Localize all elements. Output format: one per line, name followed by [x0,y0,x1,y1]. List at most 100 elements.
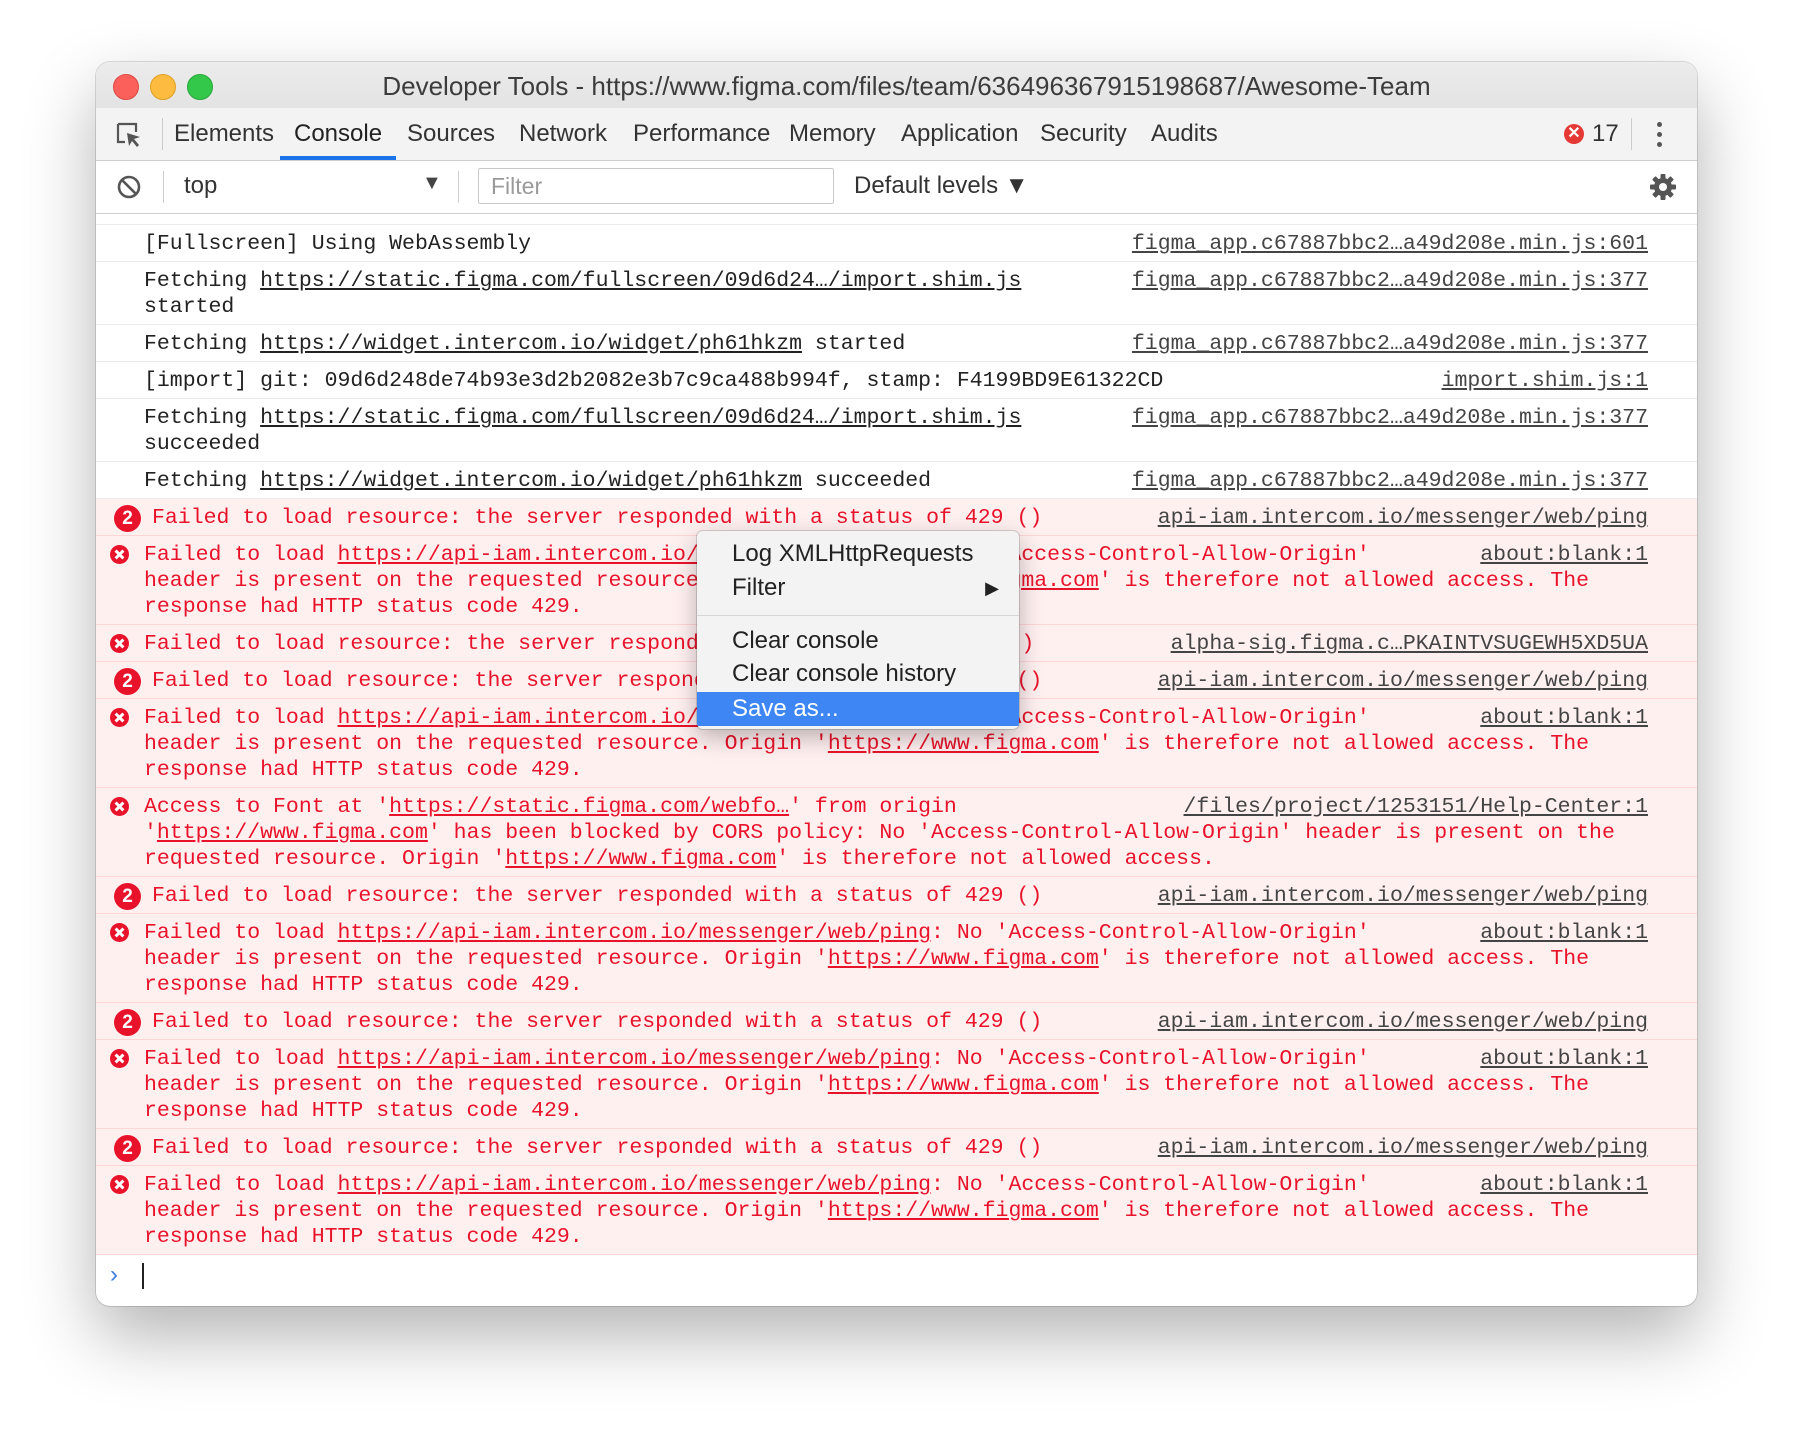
more-options-icon[interactable] [1656,122,1664,150]
source-link[interactable]: api-iam.intercom.io/messenger/web/ping [1158,668,1648,694]
message-text: [Fullscreen] Using WebAssembly [144,232,532,256]
message-text: succeeded [802,469,932,493]
source-link[interactable]: about:blank:1 [1480,542,1648,568]
message-text: succeeded [144,432,261,456]
tab-performance[interactable]: Performance [633,120,770,148]
source-link[interactable]: figma_app.c67887bbc2…a49d208e.min.js:377 [1132,405,1648,431]
context-selector[interactable]: top [184,172,217,200]
source-link[interactable]: about:blank:1 [1480,1172,1648,1198]
message-link[interactable]: https://api-iam.intercom.io/messenger/we… [338,1047,932,1071]
message-text: Failed to load [144,921,338,945]
message-link[interactable]: https://static.figma.com/fullscreen/09d6… [260,406,1021,430]
context-dropdown-icon[interactable]: ▼ [422,172,442,195]
gear-icon[interactable] [1648,172,1678,202]
message-text: Failed to load resource: the server resp… [152,1136,1043,1160]
message-link[interactable]: https://www.figma.com [505,847,776,871]
message-link[interactable]: https://widget.intercom.io/widget/ph61hk… [260,332,802,356]
message-link[interactable]: https://api-iam.intercom.io/messenger/we… [338,921,932,945]
message-text: started [802,332,906,356]
tab-audits[interactable]: Audits [1151,120,1218,148]
source-link[interactable]: about:blank:1 [1480,1046,1648,1072]
console-row-truncated [96,214,1697,225]
message-link[interactable]: https://www.figma.com [828,947,1099,971]
message-link[interactable]: https://static.figma.com/webfo… [389,795,789,819]
tab-elements[interactable]: Elements [174,120,274,148]
prompt-chevron-icon: › [110,1261,118,1288]
message-text: Failed to load [144,1047,338,1071]
source-link[interactable]: api-iam.intercom.io/messenger/web/ping [1158,1009,1648,1035]
menu-item-log-xmlhttprequests[interactable]: Log XMLHttpRequests [697,537,1019,571]
menu-item-clear-console-history[interactable]: Clear console history [697,657,1019,691]
menu-item-clear-console[interactable]: Clear console [697,624,1019,658]
error-icon [110,1049,129,1068]
error-icon [110,1175,129,1194]
menu-item-label: Log XMLHttpRequests [732,540,974,567]
filter-input[interactable] [478,168,834,204]
console-toolbar: top ▼ Default levels ▼ [96,161,1697,214]
menu-item-save-as[interactable]: Save as... [697,692,1019,726]
console-log-row: figma_app.c67887bbc2…a49d208e.min.js:377… [96,462,1697,499]
menu-item-filter[interactable]: Filter ▶ [697,571,1019,605]
source-link[interactable]: about:blank:1 [1480,920,1648,946]
error-icon [110,708,129,727]
menu-item-label: Clear console history [732,660,957,687]
tabs-divider [162,118,163,150]
console-messages[interactable]: figma_app.c67887bbc2…a49d208e.min.js:601… [96,214,1697,1306]
message-link[interactable]: https://static.figma.com/fullscreen/09d6… [260,269,1021,293]
source-link[interactable]: /files/project/1253151/Help-Center:1 [1184,794,1648,820]
menu-item-label: Save as... [732,695,839,722]
console-log-row: figma_app.c67887bbc2…a49d208e.min.js:377… [96,399,1697,462]
console-log-row: figma_app.c67887bbc2…a49d208e.min.js:601… [96,225,1697,262]
error-icon [110,923,129,942]
message-text: Fetching [144,332,261,356]
message-link[interactable]: https://www.figma.com [828,1199,1099,1223]
console-error-row: 2 api-iam.intercom.io/messenger/web/ping F… [96,1129,1697,1166]
message-text: Fetching [144,406,261,430]
source-link[interactable]: figma_app.c67887bbc2…a49d208e.min.js:377 [1132,268,1648,294]
message-link[interactable]: https://www.figma.com [828,1073,1099,1097]
repeat-count-badge: 2 [114,1009,141,1036]
message-text: Failed to load [144,706,338,730]
message-link[interactable]: https://www.figma.com [828,732,1099,756]
console-prompt[interactable]: › [96,1255,1697,1295]
console-log-row: figma_app.c67887bbc2…a49d208e.min.js:377… [96,262,1697,325]
message-link[interactable]: https://www.figma.com [157,821,428,845]
repeat-count-badge: 2 [114,505,141,532]
source-link[interactable]: figma_app.c67887bbc2…a49d208e.min.js:377 [1132,468,1648,494]
context-menu: Log XMLHttpRequests Filter ▶ Clear console C… [697,531,1019,729]
message-link[interactable]: https://api-iam.intercom.io/messenger/we… [338,1173,932,1197]
source-link[interactable]: api-iam.intercom.io/messenger/web/ping [1158,505,1648,531]
clear-console-icon[interactable] [116,174,142,200]
menu-item-label: Filter [732,574,786,601]
source-link[interactable]: figma_app.c67887bbc2…a49d208e.min.js:601 [1132,231,1648,257]
console-error-row: about:blank:1 Failed to load https://api-… [96,1040,1697,1129]
log-levels-dropdown[interactable]: Default levels ▼ [854,172,1029,200]
error-icon [110,797,129,816]
text-caret [142,1263,144,1289]
source-link[interactable]: about:blank:1 [1480,705,1648,731]
source-link[interactable]: api-iam.intercom.io/messenger/web/ping [1158,883,1648,909]
window-title: Developer Tools - https://www.figma.com/… [382,71,1431,101]
message-text: Fetching [144,269,261,293]
error-count[interactable]: 17 [1592,120,1619,148]
toolbar-divider [163,171,164,203]
repeat-count-badge: 2 [114,668,141,695]
tab-security[interactable]: Security [1040,120,1127,148]
source-link[interactable]: alpha-sig.figma.c…PKAINTVSUGEWH5XD5UA [1171,631,1648,657]
message-text: Failed to load resource: the server resp… [152,884,1043,908]
console-error-row: about:blank:1 Failed to load https://api-… [96,1166,1697,1255]
source-link[interactable]: api-iam.intercom.io/messenger/web/ping [1158,1135,1648,1161]
message-link[interactable]: https://widget.intercom.io/widget/ph61hk… [260,469,802,493]
menu-item-label: Clear console [732,627,879,654]
tab-network[interactable]: Network [519,120,607,148]
inspect-element-icon[interactable] [114,120,144,150]
message-text: Failed to load [144,543,338,567]
tab-memory[interactable]: Memory [789,120,876,148]
tab-console[interactable]: Console [294,120,382,148]
source-link[interactable]: figma_app.c67887bbc2…a49d208e.min.js:377 [1132,331,1648,357]
tab-application[interactable]: Application [901,120,1018,148]
error-count-icon[interactable]: ✕ [1564,124,1584,144]
tab-sources[interactable]: Sources [407,120,495,148]
console-error-row: 2 api-iam.intercom.io/messenger/web/ping F… [96,1003,1697,1040]
source-link[interactable]: import.shim.js:1 [1442,368,1648,394]
